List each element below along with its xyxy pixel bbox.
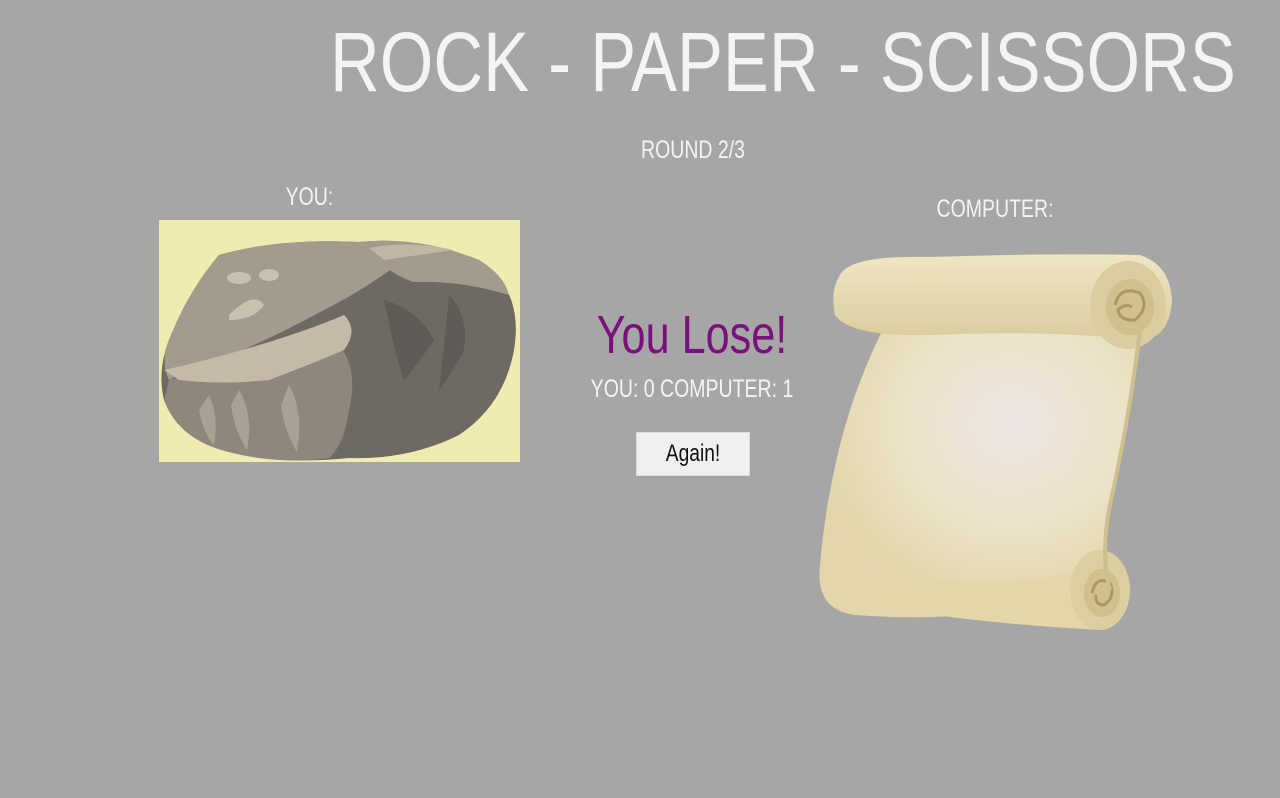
game-title: ROCK - PAPER - SCISSORS xyxy=(330,15,1236,109)
again-button-label: Again! xyxy=(665,440,721,467)
again-button[interactable]: Again! xyxy=(636,432,750,476)
computer-choice-image xyxy=(810,245,1185,640)
rock-icon xyxy=(161,240,516,461)
player-choice-image xyxy=(159,220,520,462)
score-text: YOU: 0 COMPUTER: 1 xyxy=(590,375,794,403)
player-label: YOU: xyxy=(285,183,334,211)
computer-label: COMPUTER: xyxy=(936,195,1054,223)
game-page: ROCK - PAPER - SCISSORS ROUND 2/3 YOU: C… xyxy=(0,0,1280,798)
round-indicator: ROUND 2/3 xyxy=(640,136,746,164)
paper-scroll-icon xyxy=(819,254,1172,630)
result-message: You Lose! xyxy=(596,305,788,365)
